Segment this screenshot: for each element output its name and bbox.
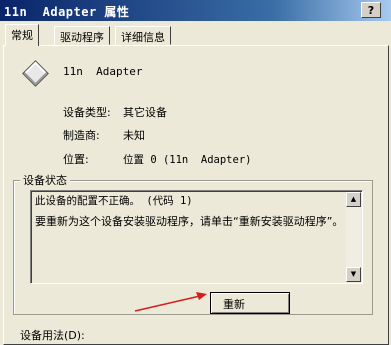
tab-general[interactable]: 常规 xyxy=(5,24,39,46)
tab-label: 常规 xyxy=(11,29,33,42)
red-arrow-icon xyxy=(134,292,207,312)
